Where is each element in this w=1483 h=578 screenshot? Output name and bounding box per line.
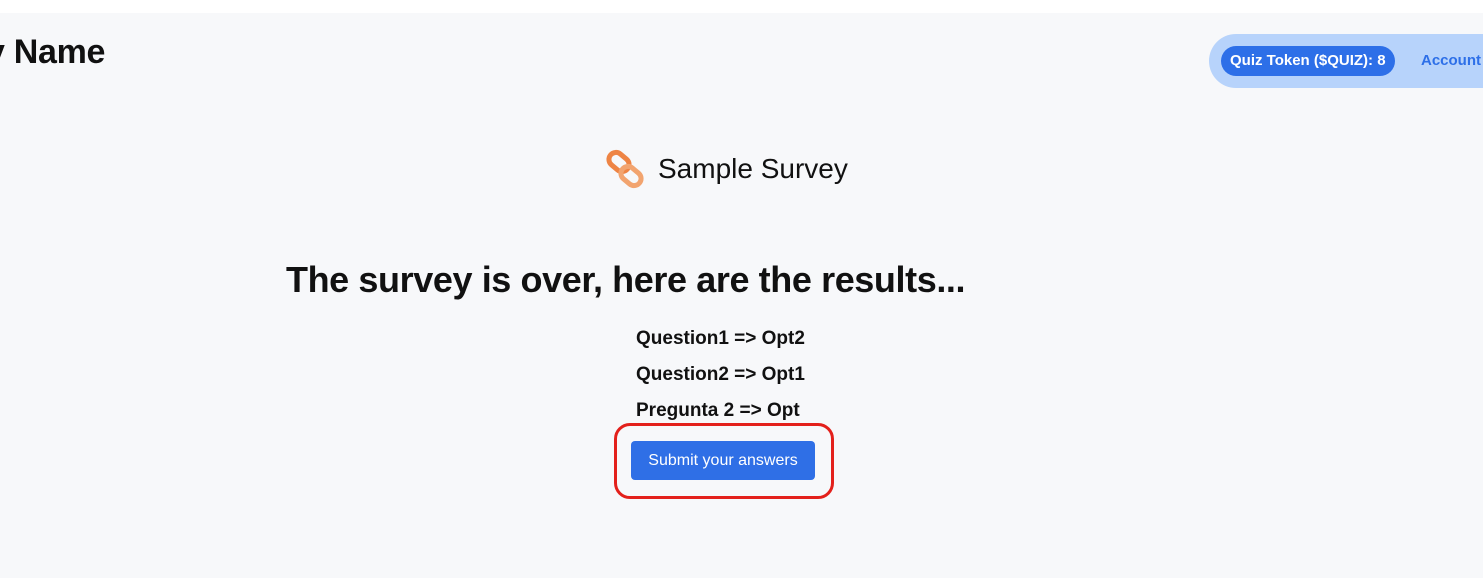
result-item: Question2 => Opt1 — [636, 364, 805, 385]
result-item: Question1 => Opt2 — [636, 328, 805, 349]
results-heading: The survey is over, here are the results… — [286, 259, 966, 300]
survey-brand: Sample Survey — [604, 147, 848, 191]
survey-title: Sample Survey — [658, 153, 848, 184]
account-link[interactable]: Account — [1421, 52, 1481, 69]
survey-page: y Name Quiz Token ($QUIZ): 8 Account Sam… — [0, 13, 1483, 578]
site-name: y Name — [0, 33, 106, 71]
chain-link-icon — [606, 149, 644, 189]
result-item: Pregunta 2 => Opt — [636, 400, 800, 421]
results-list: Question1 => Opt2 Question2 => Opt1 Preg… — [636, 327, 805, 435]
quiz-token-badge: Quiz Token ($QUIZ): 8 — [1221, 46, 1395, 76]
submit-answers-button[interactable]: Submit your answers — [631, 441, 815, 480]
